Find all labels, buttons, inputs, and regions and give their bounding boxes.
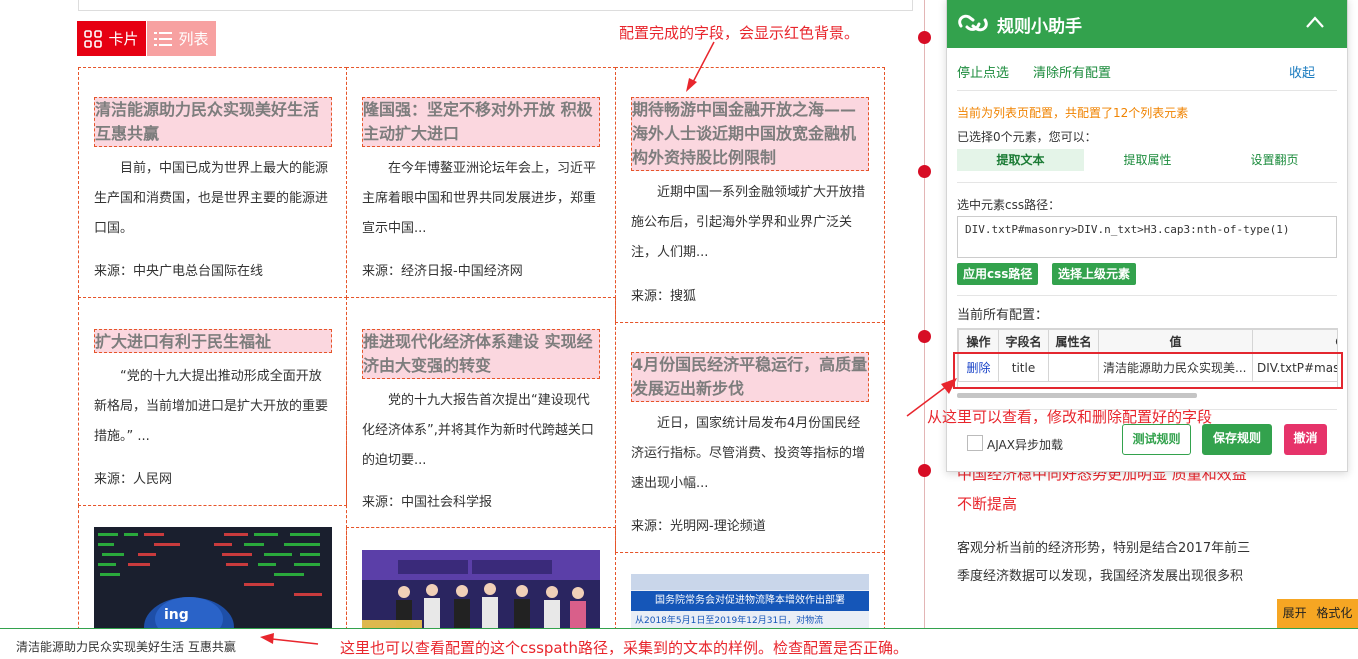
article-title[interactable]: 隆国强：坚定不移对外开放 积极主动扩大进口 <box>362 97 600 147</box>
article-title[interactable]: 清洁能源助力民众实现美好生活 互惠共赢 <box>94 97 332 147</box>
bg-article-title-2[interactable]: 不断提高 <box>957 489 1017 519</box>
article-title[interactable]: 4月份国民经济平稳运行，高质量发展迈出新步伐 <box>631 352 869 402</box>
annotation-arrow-right <box>906 378 957 417</box>
col-css: CSS路 <box>1252 329 1337 354</box>
timeline-dot <box>918 31 931 44</box>
article-title[interactable]: 期待畅游中国金融开放之海——海外人士谈近期中国放宽金融机构外资持股比例限制 <box>631 97 869 171</box>
format-toggle[interactable]: 展开 格式化 <box>1277 599 1358 628</box>
css-path-label: 选中元素css路径： <box>957 198 1061 212</box>
news-subline: 从2018年5月1日至2019年12月31日，对物流 <box>635 616 824 626</box>
divider <box>957 182 1337 183</box>
article-card[interactable]: ing <box>78 505 347 645</box>
ajax-checkbox[interactable] <box>967 435 983 451</box>
bg-article-body: 客观分析当前的经济形势，特别是结合2017年前三 <box>957 541 1251 556</box>
css-path-textarea[interactable]: DIV.txtP#masonry>DIV.n_txt>H3.cap3:nth-o… <box>957 216 1337 258</box>
rule-helper-panel: 规则小助手 停止点选 清除所有配置 收起 当前为列表页配置，共配置了12个列表元… <box>946 0 1348 472</box>
test-rule-button[interactable]: 测试规则 <box>1122 424 1191 455</box>
timeline-dot <box>918 330 931 343</box>
timeline-dot <box>918 165 931 178</box>
link-logo-icon <box>958 14 988 32</box>
preview-sample-text: 清洁能源助力民众实现美好生活 互惠共赢 <box>16 640 236 654</box>
article-title[interactable]: 推进现代化经济体系建设 实现经济由大变强的转变 <box>362 329 600 379</box>
annotation-top: 配置完成的字段，会显示红色背景。 <box>619 24 860 42</box>
configs-label: 当前所有配置： <box>957 308 1049 323</box>
article-card[interactable]: 期待畅游中国金融开放之海——海外人士谈近期中国放宽金融机构外资持股比例限制 近期… <box>615 67 885 323</box>
collapse-link[interactable]: 收起 <box>1289 62 1315 81</box>
article-summary: 近期中国一系列金融领域扩大开放措施公布后，引起海外学界和业界广泛关注，人们期..… <box>631 185 866 260</box>
article-summary: “党的十九大提出推动形成全面开放新格局，当前增加进口是扩大开放的重要措施。” .… <box>94 369 329 444</box>
list-icon <box>154 31 173 46</box>
article-summary: 党的十九大报告首次提出“建设现代化经济体系”,并将其作为新时代跨越关口的迫切要.… <box>362 393 594 468</box>
article-source: 来源：光明网-理论频道 <box>631 519 766 534</box>
article-source: 来源：人民网 <box>94 472 173 487</box>
article-source: 来源：中央广电总台国际在线 <box>94 264 264 279</box>
article-source: 来源：搜狐 <box>631 289 697 304</box>
col-value: 值 <box>1098 329 1253 354</box>
save-rule-button[interactable]: 保存规则 <box>1202 424 1272 455</box>
article-title[interactable]: 扩大进口有利于民生福祉 <box>94 329 332 353</box>
annotation-arrow-bottom <box>260 633 319 645</box>
article-source: 来源：中国社会科学报 <box>362 495 493 510</box>
cancel-button[interactable]: 撤消 <box>1284 424 1327 455</box>
panel-header: 规则小助手 <box>947 0 1347 48</box>
top-search-box <box>78 0 913 11</box>
col-attr: 属性名 <box>1048 329 1099 354</box>
article-source: 来源：经济日报-中国经济网 <box>362 264 523 279</box>
extract-attr-option[interactable]: 提取属性 <box>1084 149 1211 171</box>
divider <box>957 90 1337 91</box>
table-scrollbar[interactable] <box>957 393 1197 398</box>
article-summary: 目前，中国已成为世界上最大的能源生产国和消费国，也是世界主要的能源进口国。 <box>94 161 329 236</box>
highlight-box <box>953 352 1343 389</box>
article-card[interactable]: 隆国强：坚定不移对外开放 积极主动扩大进口 在今年博鳌亚洲论坛年会上，习近平主席… <box>346 67 616 298</box>
article-card[interactable]: 推进现代化经济体系建设 实现经济由大变强的转变 党的十九大报告首次提出“建设现代… <box>346 297 616 528</box>
list-view-label: 列表 <box>178 30 209 48</box>
bg-article-body-2: 季度经济数据可以发现，我国经济发展出现很多积 <box>957 569 1244 584</box>
card-view-button[interactable]: 卡片 <box>77 21 146 56</box>
apply-css-button[interactable]: 应用css路径 <box>957 263 1039 285</box>
svg-text:ing: ing <box>164 607 189 623</box>
extract-text-option[interactable]: 提取文本 <box>957 149 1084 171</box>
article-summary: 在今年博鳌亚洲论坛年会上，习近平主席着眼中国和世界共同发展进步，郑重宣示中国..… <box>362 161 597 236</box>
grid-icon <box>84 29 103 48</box>
stop-pick-link[interactable]: 停止点选 <box>957 62 1009 81</box>
expand-button[interactable]: 展开 <box>1283 606 1307 620</box>
list-view-button[interactable]: 列表 <box>147 21 216 56</box>
news-banner: 国务院常务会对促进物流降本增效作出部署 <box>631 591 869 611</box>
article-thumbnail[interactable]: ing <box>94 527 332 637</box>
chevron-up-icon[interactable] <box>1305 15 1325 29</box>
set-paging-option[interactable]: 设置翻页 <box>1211 149 1338 171</box>
config-status: 当前为列表页配置，共配置了12个列表元素 <box>957 106 1189 120</box>
divider <box>957 295 1337 296</box>
stock-board-image: ing <box>94 527 332 637</box>
clear-all-link[interactable]: 清除所有配置 <box>1033 62 1111 81</box>
col-action: 操作 <box>958 329 999 354</box>
annotation-bottom: 这里也可以查看配置的这个csspath路径，采集到的文本的样例。检查配置是否正确… <box>340 639 908 657</box>
panel-title: 规则小助手 <box>997 17 1082 37</box>
timeline-dot <box>918 464 931 477</box>
ajax-label: AJAX异步加载 <box>987 438 1063 452</box>
article-summary: 近日，国家统计局发布4月份国民经济运行指标。尽管消费、投资等指标的增速出现小幅.… <box>631 416 866 491</box>
selected-count: 已选择0个元素，您可以： <box>957 130 1097 144</box>
card-view-label: 卡片 <box>108 30 139 48</box>
tv-logo-strip <box>631 574 869 590</box>
col-field: 字段名 <box>998 329 1049 354</box>
article-card[interactable]: 清洁能源助力民众实现美好生活 互惠共赢 目前，中国已成为世界上最大的能源生产国和… <box>78 67 347 298</box>
annotation-arrow-top <box>686 41 715 92</box>
article-card[interactable]: 4月份国民经济平稳运行，高质量发展迈出新步伐 近日，国家统计局发布4月份国民经济… <box>615 322 885 553</box>
format-button[interactable]: 格式化 <box>1316 606 1352 620</box>
select-parent-button[interactable]: 选择上级元素 <box>1052 263 1137 285</box>
annotation-right: 从这里可以查看，修改和删除配置好的字段 <box>927 408 1213 426</box>
article-card[interactable]: 扩大进口有利于民生福祉 “党的十九大提出推动形成全面开放新格局，当前增加进口是扩… <box>78 297 347 506</box>
